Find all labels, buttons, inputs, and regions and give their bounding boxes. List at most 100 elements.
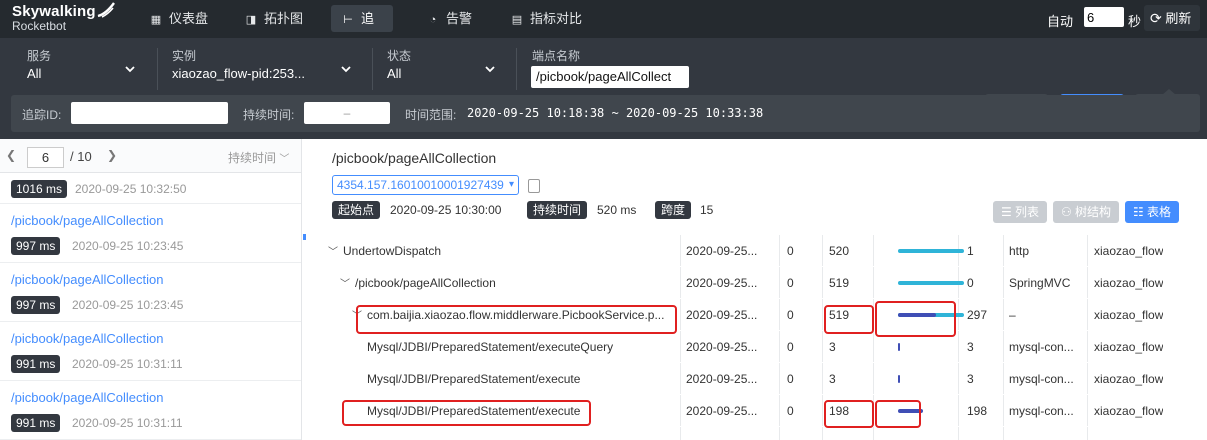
nav-dashboard[interactable]: ▦ 仪表盘	[139, 5, 218, 32]
span-type: mysql-con...	[1009, 404, 1074, 418]
chevron-down-icon[interactable]: ﹀	[327, 237, 339, 267]
view-tree-label: 树结构	[1075, 205, 1112, 219]
highlight-box	[824, 400, 874, 428]
pagination: ❮ 6 / 10 ❯ 持续时间 ﹀	[0, 139, 301, 173]
auto-refresh-seconds-input[interactable]	[1084, 7, 1124, 27]
span-self-ms: 0	[967, 276, 974, 290]
span-service: xiaozao_flow	[1094, 372, 1164, 386]
nav-topology-label: 拓扑图	[264, 11, 304, 26]
seconds-label: 秒	[1128, 14, 1142, 29]
logo-subtitle: Rocketbot	[12, 19, 67, 33]
nav-alarm-label: 告警	[446, 11, 473, 26]
span-start-time: 2020-09-25...	[686, 340, 758, 354]
trace-id-input[interactable]	[71, 102, 228, 124]
divider	[157, 48, 158, 90]
auto-refresh-label: 自动	[1047, 14, 1074, 29]
logo: Skywalking Rocketbot	[12, 2, 115, 37]
trace-title: /picbook/pageAllCollection	[332, 150, 497, 166]
span-service: xiaozao_flow	[1094, 244, 1164, 258]
span-self-bar	[898, 343, 900, 351]
service-select[interactable]: 服务 All	[27, 48, 137, 88]
span-total-ms: 520	[829, 244, 850, 258]
endpoint-input[interactable]: /picbook/pageAllCollect	[531, 66, 689, 88]
refresh-label: 刷新	[1165, 11, 1192, 26]
duration-input[interactable]: –	[304, 102, 390, 124]
chevron-down-icon	[125, 66, 135, 73]
dashboard-icon: ▦	[150, 14, 162, 26]
view-tree-button[interactable]: ⚇ 树结构	[1053, 201, 1119, 223]
trace-endpoint: /picbook/pageAllCollection	[11, 213, 164, 228]
span-start-time: 2020-09-25...	[686, 276, 758, 290]
span-start-time: 2020-09-25...	[686, 244, 758, 258]
caret	[1162, 89, 1176, 95]
trace-time: 2020-09-25 10:31:11	[72, 416, 183, 430]
span-service: xiaozao_flow	[1094, 276, 1164, 290]
trace-list-item[interactable]: 1016 ms 2020-09-25 10:32:50	[0, 173, 301, 204]
trace-time: 2020-09-25 10:23:45	[72, 298, 184, 312]
span-exec-ms: 0	[787, 308, 794, 322]
span-endpoint-cell: ﹀ /picbook/pageAllCollection	[339, 267, 667, 299]
span-type: –	[1009, 308, 1016, 322]
trace-list-item[interactable]: /picbook/pageAllCollection 997 ms 2020-0…	[0, 263, 301, 322]
sort-select[interactable]: 持续时间 ﹀	[228, 149, 289, 166]
time-range-value[interactable]: 2020-09-25 10:18:38 ~ 2020-09-25 10:33:3…	[467, 106, 763, 120]
page-total: / 10	[70, 149, 92, 164]
span-exec-ms: 0	[787, 404, 794, 418]
highlight-box	[875, 400, 921, 428]
span-row[interactable]: ﹀ /picbook/pageAllCollection 2020-09-25...…	[317, 267, 1207, 299]
logo-swoosh-icon	[97, 2, 115, 18]
trace-endpoint: /picbook/pageAllCollection	[11, 390, 164, 405]
span-self-ms: 297	[967, 308, 988, 322]
span-type: mysql-con...	[1009, 340, 1074, 354]
nav-alarm[interactable]: ◔ 告警	[416, 5, 482, 32]
page-input[interactable]: 6	[27, 147, 64, 168]
chevron-down-icon[interactable]: ﹀	[339, 269, 351, 299]
span-total-ms: 3	[829, 340, 836, 354]
nav-dashboard-label: 仪表盘	[169, 11, 209, 26]
highlight-box	[342, 400, 591, 426]
duration-badge: 991 ms	[11, 414, 61, 432]
trace-time: 2020-09-25 10:31:11	[72, 357, 183, 371]
trace-list-item[interactable]: /picbook/pageAllCollection 997 ms 2020-0…	[0, 204, 301, 263]
chevron-down-icon	[341, 66, 351, 73]
trace-id-label: 追踪ID:	[22, 108, 62, 122]
span-row[interactable]: Mysql/JDBI/PreparedStatement/execute 2020…	[317, 363, 1207, 395]
compare-icon: ▤	[511, 14, 523, 26]
refresh-icon: ⟳	[1150, 10, 1162, 26]
span-service: xiaozao_flow	[1094, 404, 1164, 418]
trace-id-select[interactable]: 4354.157.16010010001927439 ▾	[332, 175, 519, 195]
nav-compare[interactable]: ▤ 指标对比	[500, 5, 592, 32]
prev-page-icon[interactable]: ❮	[6, 148, 16, 162]
next-page-icon[interactable]: ❯	[107, 148, 117, 162]
alarm-icon: ◔	[429, 14, 437, 26]
instance-select[interactable]: 实例 xiaozao_flow-pid:253...	[172, 48, 353, 88]
view-table-button[interactable]: ☷ 表格	[1125, 201, 1179, 223]
trace-list-item[interactable]: /picbook/pageAllCollection 991 ms 2020-0…	[0, 322, 301, 381]
nav-trace[interactable]: ⊢追踪	[331, 5, 393, 55]
view-list-button[interactable]: ☰ 列表	[993, 201, 1047, 223]
start-tag: 起始点	[332, 201, 381, 219]
span-total-ms: 519	[829, 276, 850, 290]
span-exec-ms: 0	[787, 340, 794, 354]
trace-list-item[interactable]: /picbook/pageAllCollection 991 ms 2020-0…	[0, 381, 301, 440]
span-exec-ms: 0	[787, 276, 794, 290]
duration-tag: 持续时间	[527, 201, 588, 219]
tree-icon: ⚇	[1060, 205, 1072, 219]
copy-icon[interactable]	[528, 179, 540, 193]
highlight-box	[824, 305, 874, 334]
span-start-time: 2020-09-25...	[686, 372, 758, 386]
divider	[372, 48, 373, 90]
span-endpoint: Mysql/JDBI/PreparedStatement/executeQuer…	[367, 340, 614, 354]
trace-detail-panel: /picbook/pageAllCollection 4354.157.1601…	[303, 139, 1207, 440]
nav-topology[interactable]: ◨ 拓扑图	[234, 5, 313, 32]
status-select[interactable]: 状态 All	[387, 48, 497, 88]
duration-badge: 991 ms	[11, 355, 61, 373]
span-self-ms: 198	[967, 404, 988, 418]
span-row[interactable]: ﹀ UndertowDispatch 2020-09-25... 0 520 1 http x…	[317, 235, 1207, 267]
span-total-bar	[898, 281, 964, 285]
span-start-time: 2020-09-25...	[686, 308, 758, 322]
refresh-button[interactable]: ⟳ 刷新	[1144, 5, 1200, 31]
span-endpoint: Mysql/JDBI/PreparedStatement/execute	[367, 372, 581, 386]
scroll-indicator	[303, 234, 306, 240]
span-row[interactable]: Mysql/JDBI/PreparedStatement/executeQuer…	[317, 331, 1207, 363]
